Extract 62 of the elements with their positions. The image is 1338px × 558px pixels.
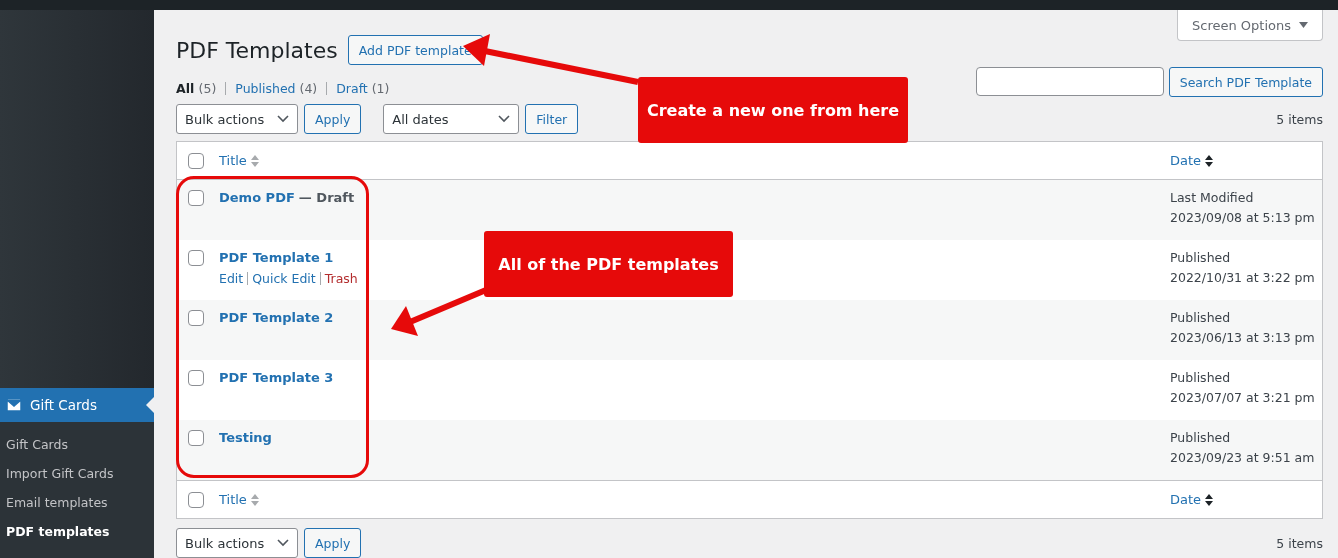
select-all-checkbox[interactable] [188, 152, 204, 169]
row-action-link[interactable]: Edit [219, 271, 244, 286]
chevron-icon [498, 115, 511, 123]
envelope-icon [6, 397, 22, 413]
apply-button[interactable]: Apply [304, 104, 362, 134]
column-header[interactable]: Title [219, 153, 1170, 168]
template-title-link[interactable]: Testing [219, 430, 272, 445]
search-field[interactable] [975, 67, 1164, 96]
post-date: 2023/09/23 at 9:51 am [1170, 449, 1316, 467]
menu-item[interactable]: Gift Cards [0, 388, 154, 422]
search-button[interactable]: Search PDF Template [1168, 67, 1323, 97]
submenu-item[interactable]: Gift Cards [0, 430, 154, 459]
template-title-link[interactable]: PDF Template 3 [219, 370, 334, 385]
sort-icon [1205, 492, 1214, 507]
post-date: 2023/09/08 at 5:13 pm [1170, 209, 1316, 227]
row-action-link[interactable]: Quick Edit [252, 271, 316, 286]
select-all-checkbox[interactable] [188, 491, 204, 508]
post-state: — Draft [298, 190, 355, 205]
filter-link[interactable]: Draft (1) [336, 80, 390, 96]
row-checkbox[interactable] [188, 310, 204, 326]
filter-link[interactable]: Published (4) [235, 80, 318, 96]
sort-icon [1205, 153, 1214, 168]
post-date: 2023/06/13 at 3:13 pm [1170, 329, 1316, 347]
trash-link[interactable]: Trash [324, 271, 358, 286]
page-title: PDF Templates [176, 37, 338, 63]
apply-button[interactable]: Apply [304, 528, 362, 558]
bulk-actions-dropdown[interactable]: Bulk actions [176, 104, 298, 134]
add-template-button[interactable]: Add PDF template [347, 35, 483, 65]
template-title-link[interactable]: PDF Template 1 [219, 250, 334, 265]
date-dropdown[interactable]: All dates [383, 104, 520, 134]
post-status: Published [1170, 309, 1232, 327]
annotation-callout: Create a new one from here [638, 77, 908, 143]
screen-options-button[interactable]: Screen Options [1177, 10, 1323, 41]
row-checkbox[interactable] [188, 190, 204, 206]
post-status: Published [1170, 249, 1232, 267]
sort-icon [250, 153, 259, 168]
post-date: 2022/10/31 at 3:22 pm [1170, 269, 1316, 287]
post-status: Last Modified [1170, 189, 1255, 207]
post-status: Published [1170, 429, 1232, 447]
chevron-icon [277, 115, 289, 123]
post-date: 2023/07/07 at 3:21 pm [1170, 389, 1316, 407]
filter-link[interactable]: All (5) [176, 80, 217, 96]
chevron-icon [277, 539, 289, 547]
submenu-item[interactable]: Email templates [0, 488, 154, 517]
bulk-actions-dropdown[interactable]: Bulk actions [176, 528, 298, 558]
row-checkbox[interactable] [188, 430, 204, 446]
item-count: 5 items [1276, 535, 1323, 551]
row-checkbox[interactable] [188, 250, 204, 266]
submenu-item[interactable]: PDF templates [0, 517, 154, 546]
template-title-link[interactable]: PDF Template 2 [219, 310, 334, 325]
sort-icon [250, 492, 259, 507]
caret-icon [1299, 22, 1308, 28]
row-checkbox[interactable] [188, 370, 204, 386]
template-title-link[interactable]: Demo PDF [219, 190, 295, 205]
post-status: Published [1170, 369, 1232, 387]
filter-button[interactable]: Filter [525, 104, 579, 134]
submenu-item[interactable]: Import Gift Cards [0, 459, 154, 488]
column-header[interactable]: Date [1170, 492, 1322, 507]
item-count: 5 items [1276, 111, 1323, 127]
column-header[interactable]: Date [1170, 153, 1322, 168]
annotation-callout: All of the PDF templates [484, 231, 733, 297]
column-header[interactable]: Title [219, 492, 1170, 507]
